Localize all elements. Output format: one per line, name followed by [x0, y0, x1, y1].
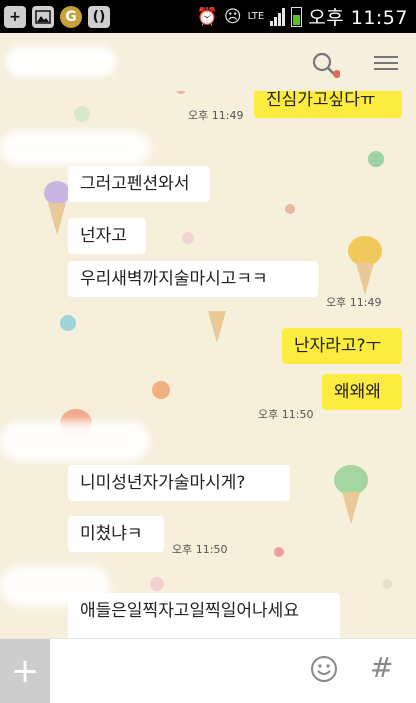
message-time: 오후 11:50 [172, 543, 228, 556]
decor-dot [74, 106, 90, 122]
menu-icon[interactable] [374, 52, 398, 74]
avatar-redacted [0, 421, 150, 461]
decor-dot [176, 91, 186, 94]
decor-dot [182, 232, 194, 244]
message-input[interactable] [58, 651, 292, 693]
attach-plus-button[interactable]: + [0, 639, 50, 703]
emoji-icon[interactable] [310, 655, 338, 683]
decor-cone [48, 203, 66, 235]
decor-dot [60, 315, 76, 331]
chat-area[interactable]: 진심가고싶다ㅠ 오후 11:49 그러고펜션와서 넌자고 우리새벽까지술마시고ㅋ… [0, 91, 416, 638]
decor-cone [356, 263, 374, 295]
alarm-icon: ⏰ [196, 6, 218, 27]
ice-cream-icon [334, 465, 368, 495]
status-time: 오후 11:57 [308, 7, 408, 29]
ice-cream-icon [44, 181, 70, 205]
battery-icon [291, 6, 303, 27]
g-app-icon: G [60, 5, 82, 28]
message-time: 오후 11:50 [258, 408, 314, 421]
decor-dot [382, 579, 392, 589]
decor-dot [274, 547, 284, 557]
ice-cream-icon [348, 236, 382, 266]
decor-cone [208, 311, 226, 343]
message-bubble-other[interactable]: 넌자고 [68, 218, 146, 254]
message-time: 오후 11:49 [188, 109, 244, 122]
status-bar: + G () ⏰ ☹ LTE 오후 11:57 [0, 0, 416, 33]
decor-cone [342, 492, 360, 524]
hash-button[interactable]: # [370, 651, 393, 684]
input-bar: + # [0, 638, 416, 703]
message-bubble-mine[interactable]: 난자라고?ㅜ [282, 328, 402, 364]
image-icon [32, 5, 54, 28]
decor-dot [368, 151, 384, 167]
message-bubble-mine[interactable]: 진심가고싶다ㅠ [254, 91, 402, 118]
decor-dot [150, 577, 164, 591]
plus-box-icon: + [4, 5, 26, 28]
message-bubble-other[interactable]: 우리새벽까지술마시고ㅋㅋ [68, 261, 318, 297]
network-type: LTE [247, 10, 265, 22]
message-bubble-mine[interactable]: 왜왜왜 [322, 374, 402, 410]
message-bubble-other[interactable]: 니미성년자가술마시게? [68, 465, 290, 501]
message-bubble-other[interactable]: 애들은일찍자고일찍일어나세요 [68, 593, 340, 638]
message-time: 오후 11:49 [326, 296, 382, 309]
search-icon[interactable] [310, 50, 341, 80]
chat-title-redacted [6, 47, 116, 77]
message-bubble-other[interactable]: 그러고펜션와서 [68, 166, 210, 202]
sad-face-icon: ☹ [223, 6, 242, 27]
signal-icon [270, 7, 286, 26]
bracket-app-icon: () [88, 5, 110, 28]
decor-dot [152, 381, 170, 399]
decor-dot [285, 204, 295, 214]
avatar-redacted [0, 131, 150, 165]
message-bubble-other[interactable]: 미쳤냐ㅋ [68, 516, 164, 552]
chat-header [0, 33, 416, 91]
